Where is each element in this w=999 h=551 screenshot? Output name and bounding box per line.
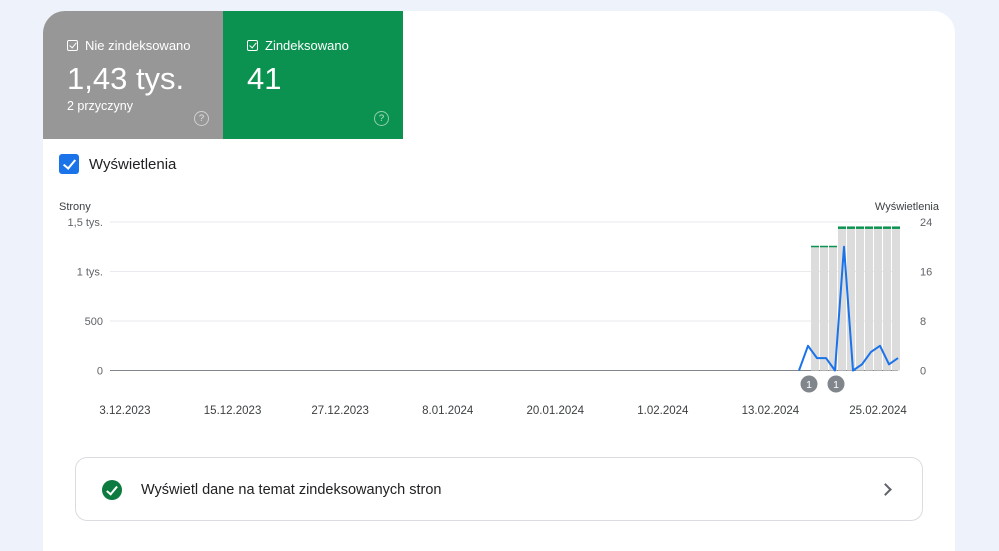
indexed-bar	[820, 245, 828, 248]
indexed-bar	[874, 226, 882, 229]
check-circle-icon	[102, 480, 122, 500]
chevron-right-icon	[879, 483, 892, 496]
not-indexed-bar	[865, 228, 873, 371]
not-indexed-bar	[883, 228, 891, 371]
left-tick-label: 500	[85, 316, 103, 328]
left-axis-title: Strony	[59, 201, 91, 213]
view-indexed-pages-link[interactable]: Wyświetl dane na temat zindeksowanych st…	[75, 457, 923, 521]
right-tick-label: 0	[920, 366, 926, 378]
right-tick-label: 24	[920, 217, 932, 229]
x-tick-label: 13.02.2024	[742, 405, 800, 417]
indexed-bar	[865, 226, 873, 229]
view-indexed-pages-label: Wyświetl dane na temat zindeksowanych st…	[141, 482, 442, 498]
x-tick-label: 15.12.2023	[204, 405, 262, 417]
indexed-bar	[811, 245, 819, 248]
right-tick-label: 16	[920, 267, 932, 279]
annotation-label: 1	[806, 379, 812, 391]
indexing-chart: Strony Wyświetlenia 0 500 1 tys. 1,5 tys. 0 8 16…	[59, 201, 940, 417]
indexed-bar	[829, 245, 837, 248]
indexed-bar	[892, 226, 900, 229]
not-indexed-bar	[820, 246, 828, 371]
not-indexed-bar	[856, 228, 864, 371]
x-tick-label: 1.02.2024	[637, 405, 689, 417]
annotation-label: 1	[833, 379, 839, 391]
indexed-bar	[856, 226, 864, 229]
right-tick-label: 8	[920, 316, 926, 328]
x-tick-label: 25.02.2024	[849, 405, 907, 417]
x-tick-label: 3.12.2023	[99, 405, 150, 417]
left-tick-label: 0	[97, 366, 103, 378]
indexing-report-card: Nie zindeksowano 1,43 tys. 2 przyczyny ?…	[43, 11, 955, 551]
x-tick-label: 8.01.2024	[422, 405, 474, 417]
x-tick-label: 20.01.2024	[527, 405, 585, 417]
x-tick-label: 27.12.2023	[311, 405, 369, 417]
indexed-bar	[838, 226, 846, 229]
indexed-bar	[883, 226, 891, 229]
right-axis-title: Wyświetlenia	[875, 201, 940, 213]
indexed-bar	[847, 226, 855, 229]
left-tick-label: 1,5 tys.	[68, 217, 103, 229]
not-indexed-bar	[892, 228, 900, 371]
left-tick-label: 1 tys.	[77, 267, 103, 279]
